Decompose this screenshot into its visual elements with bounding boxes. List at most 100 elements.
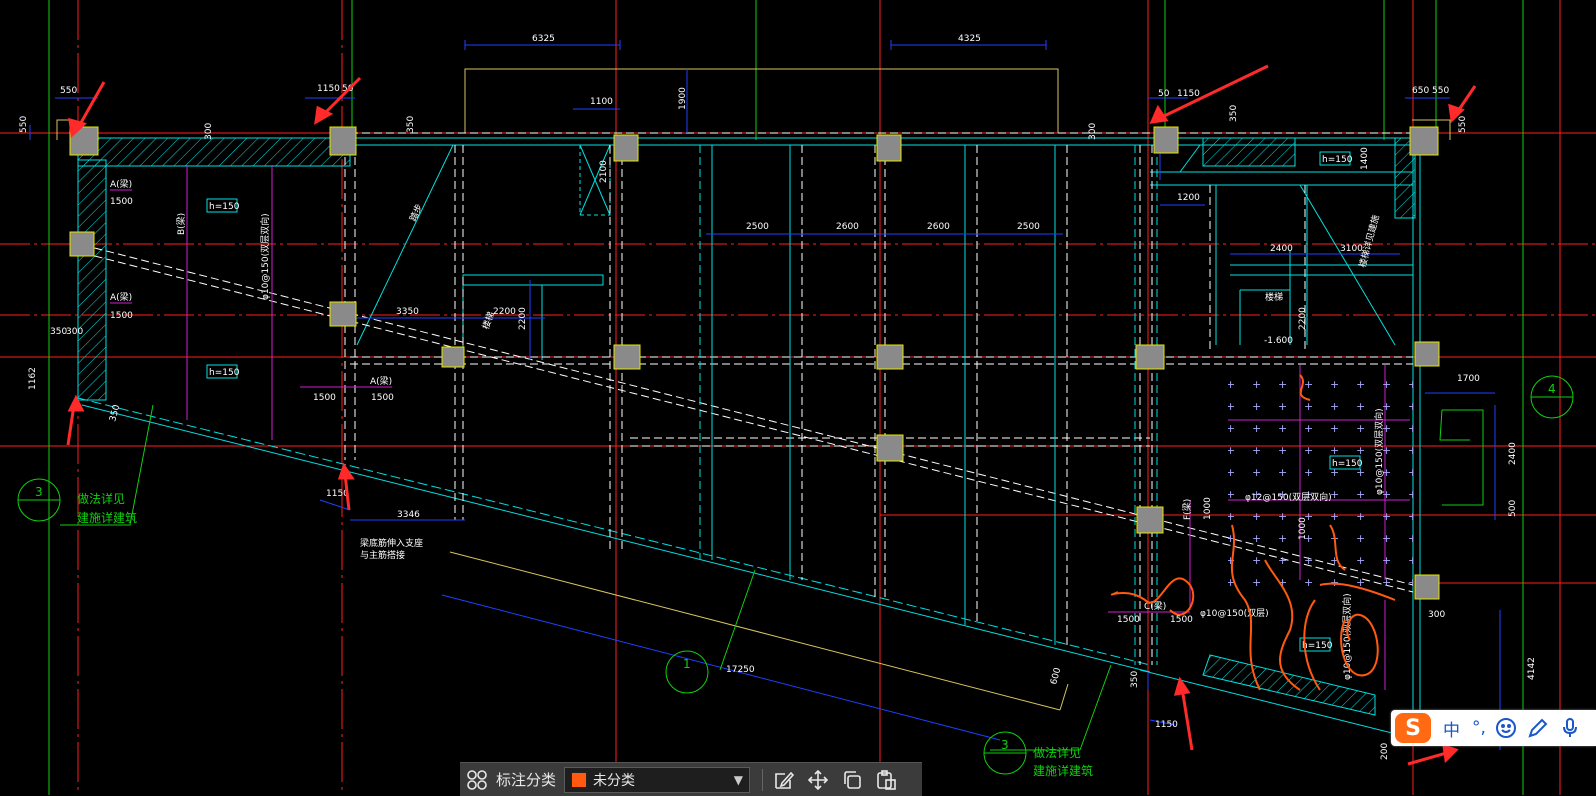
svg-text:2200: 2200 — [1298, 307, 1308, 330]
svg-text:650: 650 — [1412, 86, 1429, 96]
column — [441, 346, 465, 368]
svg-text:300: 300 — [204, 123, 214, 140]
svg-text:2600: 2600 — [836, 222, 859, 232]
svg-text:1500: 1500 — [371, 393, 394, 403]
svg-text:1400: 1400 — [1360, 147, 1370, 170]
svg-text:2500: 2500 — [746, 222, 769, 232]
svg-text:A(梁): A(梁) — [110, 178, 132, 190]
svg-text:φ10@150(双层双向): φ10@150(双层双向) — [1373, 408, 1385, 495]
svg-text:建施详建筑: 建施详建筑 — [1033, 763, 1093, 778]
column — [329, 301, 357, 327]
svg-text:350: 350 — [50, 327, 67, 337]
svg-text:3350: 3350 — [396, 307, 419, 317]
svg-text:1162: 1162 — [28, 367, 38, 390]
svg-text:h=150: h=150 — [209, 368, 240, 378]
ime-punctuation-toggle[interactable]: °, — [1472, 718, 1486, 738]
category-label: 标注分类 — [496, 771, 557, 789]
svg-text:1150: 1150 — [317, 84, 340, 94]
svg-text:1700: 1700 — [1457, 374, 1480, 384]
svg-text:350: 350 — [1130, 671, 1140, 688]
svg-text:1500: 1500 — [1170, 615, 1193, 625]
svg-text:1500: 1500 — [313, 393, 336, 403]
svg-text:4: 4 — [1548, 382, 1556, 396]
edit-button[interactable] — [767, 763, 801, 796]
svg-text:楼梯: 楼梯 — [1265, 291, 1283, 303]
svg-text:6325: 6325 — [532, 34, 555, 44]
svg-text:300: 300 — [1428, 610, 1445, 620]
svg-text:2200: 2200 — [493, 307, 516, 317]
svg-text:1200: 1200 — [1177, 193, 1200, 203]
svg-text:楼梯: 楼梯 — [480, 310, 497, 331]
svg-text:300: 300 — [66, 327, 83, 337]
svg-text:50: 50 — [1158, 89, 1170, 99]
ime-toolbar: S 中 °, — [1391, 710, 1596, 746]
column — [1409, 126, 1439, 156]
category-color-swatch — [571, 771, 588, 788]
svg-text:1000: 1000 — [1203, 497, 1213, 520]
column — [1135, 344, 1165, 370]
move-icon — [807, 769, 829, 790]
column — [1414, 574, 1440, 600]
svg-text:φ10@150(双层双向): φ10@150(双层双向) — [259, 213, 271, 300]
svg-text:楼梯详见建施: 楼梯详见建施 — [1356, 213, 1382, 268]
grid-apps-icon — [467, 769, 487, 790]
move-button[interactable] — [801, 763, 835, 796]
grid-apps-button[interactable] — [460, 763, 494, 796]
column — [876, 134, 902, 162]
column — [1414, 341, 1440, 367]
column — [613, 344, 641, 370]
paste-icon — [877, 769, 896, 790]
svg-text:A(梁): A(梁) — [110, 291, 132, 303]
svg-text:φ10@150(双层): φ10@150(双层) — [1200, 608, 1269, 619]
svg-text:φ10@150(双层双向): φ10@150(双层双向) — [1341, 593, 1353, 680]
svg-text:600: 600 — [1049, 666, 1063, 685]
svg-text:h=150: h=150 — [1322, 155, 1353, 165]
ime-language-toggle[interactable]: 中 — [1443, 716, 1460, 741]
cad-drawing-canvas[interactable]: + — [0, 0, 1596, 795]
toolbar-divider — [762, 768, 764, 791]
svg-text:2400: 2400 — [1508, 442, 1518, 465]
edit-icon — [775, 771, 795, 789]
sogou-logo-icon[interactable]: S — [1395, 713, 1431, 743]
svg-text:与主筋搭接: 与主筋搭接 — [360, 549, 405, 561]
svg-text:φ12@150(双层双向): φ12@150(双层双向) — [1245, 491, 1332, 503]
svg-text:17250: 17250 — [726, 665, 755, 675]
column — [876, 434, 904, 462]
svg-text:1: 1 — [683, 657, 691, 671]
beam-lines — [82, 132, 1414, 665]
svg-text:h=150: h=150 — [1332, 459, 1363, 469]
svg-text:350: 350 — [1229, 105, 1239, 122]
svg-text:2200: 2200 — [518, 307, 528, 330]
svg-text:3: 3 — [1001, 738, 1009, 752]
hatch-area — [1228, 370, 1413, 595]
column — [1136, 506, 1164, 534]
svg-text:踏步: 踏步 — [407, 202, 425, 223]
svg-text:550: 550 — [19, 116, 29, 133]
svg-text:1150: 1150 — [1177, 89, 1200, 99]
category-select[interactable]: 未分类 ▼ — [564, 766, 751, 793]
svg-text:3100: 3100 — [1340, 244, 1363, 254]
column — [329, 126, 357, 156]
svg-text:做法详见: 做法详见 — [1033, 745, 1081, 760]
svg-text:1000: 1000 — [1298, 517, 1308, 540]
svg-text:2600: 2600 — [927, 222, 950, 232]
svg-text:做法详见: 做法详见 — [77, 491, 125, 506]
svg-text:3: 3 — [35, 485, 43, 499]
microphone-icon[interactable] — [1558, 716, 1582, 740]
svg-text:-1.600: -1.600 — [1264, 336, 1293, 346]
svg-text:2100: 2100 — [599, 160, 609, 183]
svg-text:1100: 1100 — [590, 97, 613, 107]
emoji-icon[interactable] — [1494, 716, 1518, 740]
svg-text:2400: 2400 — [1270, 244, 1293, 254]
svg-text:建施详建筑: 建施详建筑 — [77, 510, 137, 525]
svg-text:F(梁): F(梁) — [1181, 499, 1193, 520]
pen-icon[interactable] — [1526, 716, 1550, 740]
svg-text:550: 550 — [1432, 86, 1449, 96]
svg-text:1900: 1900 — [678, 87, 688, 110]
svg-text:梁底筋伸入支座: 梁底筋伸入支座 — [360, 537, 423, 549]
copy-button[interactable] — [835, 763, 869, 796]
paste-button[interactable] — [869, 763, 903, 796]
svg-text:500: 500 — [1508, 500, 1518, 517]
copy-icon — [844, 770, 861, 789]
svg-text:2500: 2500 — [1017, 222, 1040, 232]
